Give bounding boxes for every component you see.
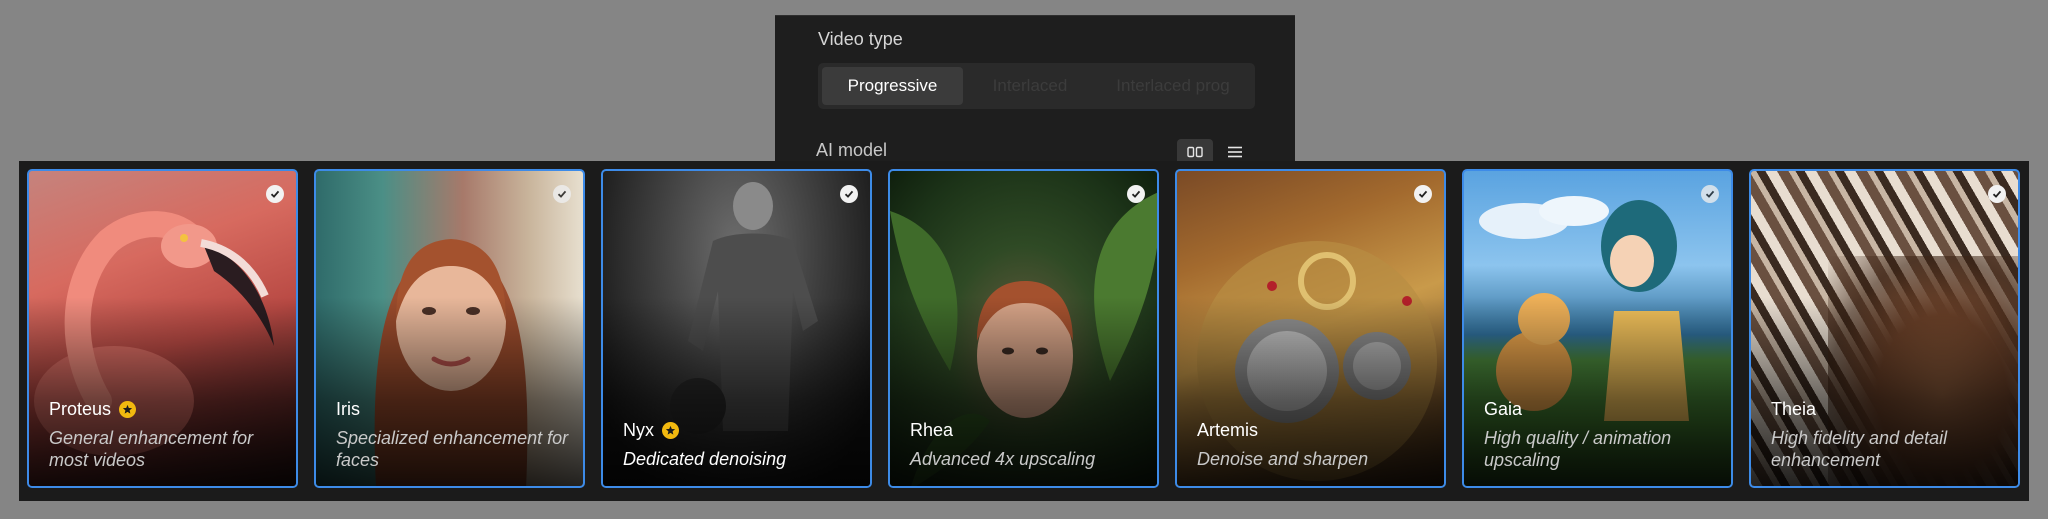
list-icon — [1228, 146, 1242, 158]
model-card-proteus[interactable]: Proteus General enhancement for most vid… — [27, 169, 298, 488]
model-card-artemis[interactable]: Artemis Denoise and sharpen — [1175, 169, 1446, 488]
model-description: Advanced 4x upscaling — [910, 449, 1096, 469]
model-card-theia[interactable]: Theia High fidelity and detail enhanceme… — [1749, 169, 2020, 488]
model-description: Denoise and sharpen — [1197, 449, 1369, 469]
model-description: General enhancement for most videos — [49, 428, 254, 470]
model-description: High fidelity and detail enhancement — [1771, 428, 1948, 470]
check-icon — [1127, 185, 1145, 203]
model-card-gaia[interactable]: Gaia High quality / animation upscaling — [1462, 169, 1733, 488]
model-name-text: Proteus — [49, 399, 112, 419]
video-type-option-interlaced[interactable]: Interlaced — [970, 67, 1090, 105]
model-description: Specialized enhancement for faces — [336, 428, 569, 470]
video-type-label: Video type — [818, 29, 903, 49]
video-type-option-progressive[interactable]: Progressive — [822, 67, 963, 105]
model-name-text: Nyx — [623, 420, 654, 440]
video-type-option-interlaced-prog[interactable]: Interlaced prog — [1094, 67, 1252, 105]
check-icon — [553, 185, 571, 203]
model-name: Proteus — [49, 399, 137, 420]
grid-icon — [1187, 146, 1203, 158]
check-icon — [1414, 185, 1432, 203]
check-icon — [1701, 185, 1719, 203]
star-icon — [662, 422, 679, 439]
video-type-selector: Progressive Interlaced Interlaced prog — [818, 63, 1255, 109]
video-settings-panel: Video type Progressive Interlaced Interl… — [775, 15, 1295, 165]
model-name: Artemis — [1197, 420, 1258, 441]
model-name: Nyx — [623, 420, 679, 441]
model-name: Rhea — [910, 420, 953, 441]
ai-model-label: AI model — [816, 140, 888, 160]
model-card-rhea[interactable]: Rhea Advanced 4x upscaling — [888, 169, 1159, 488]
model-description: High quality / animation upscaling — [1484, 428, 1672, 470]
check-icon — [840, 185, 858, 203]
model-name: Gaia — [1484, 399, 1522, 420]
model-name-text: Rhea — [910, 420, 954, 440]
ai-model-gallery: Proteus General enhancement for most vid… — [19, 161, 2029, 501]
model-description: Dedicated denoising — [623, 449, 787, 469]
model-name-text: Theia — [1771, 399, 1817, 419]
model-name: Iris — [336, 399, 360, 420]
model-card-iris[interactable]: Iris Specialized enhancement for faces — [314, 169, 585, 488]
check-icon — [266, 185, 284, 203]
model-name-text: Gaia — [1484, 399, 1523, 419]
star-icon — [119, 401, 137, 418]
model-card-nyx[interactable]: Nyx Dedicated denoising — [601, 169, 872, 488]
model-name: Theia — [1771, 399, 1816, 420]
model-name-text: Artemis — [1197, 420, 1259, 440]
check-icon — [1988, 185, 2006, 203]
model-name-text: Iris — [336, 399, 360, 419]
